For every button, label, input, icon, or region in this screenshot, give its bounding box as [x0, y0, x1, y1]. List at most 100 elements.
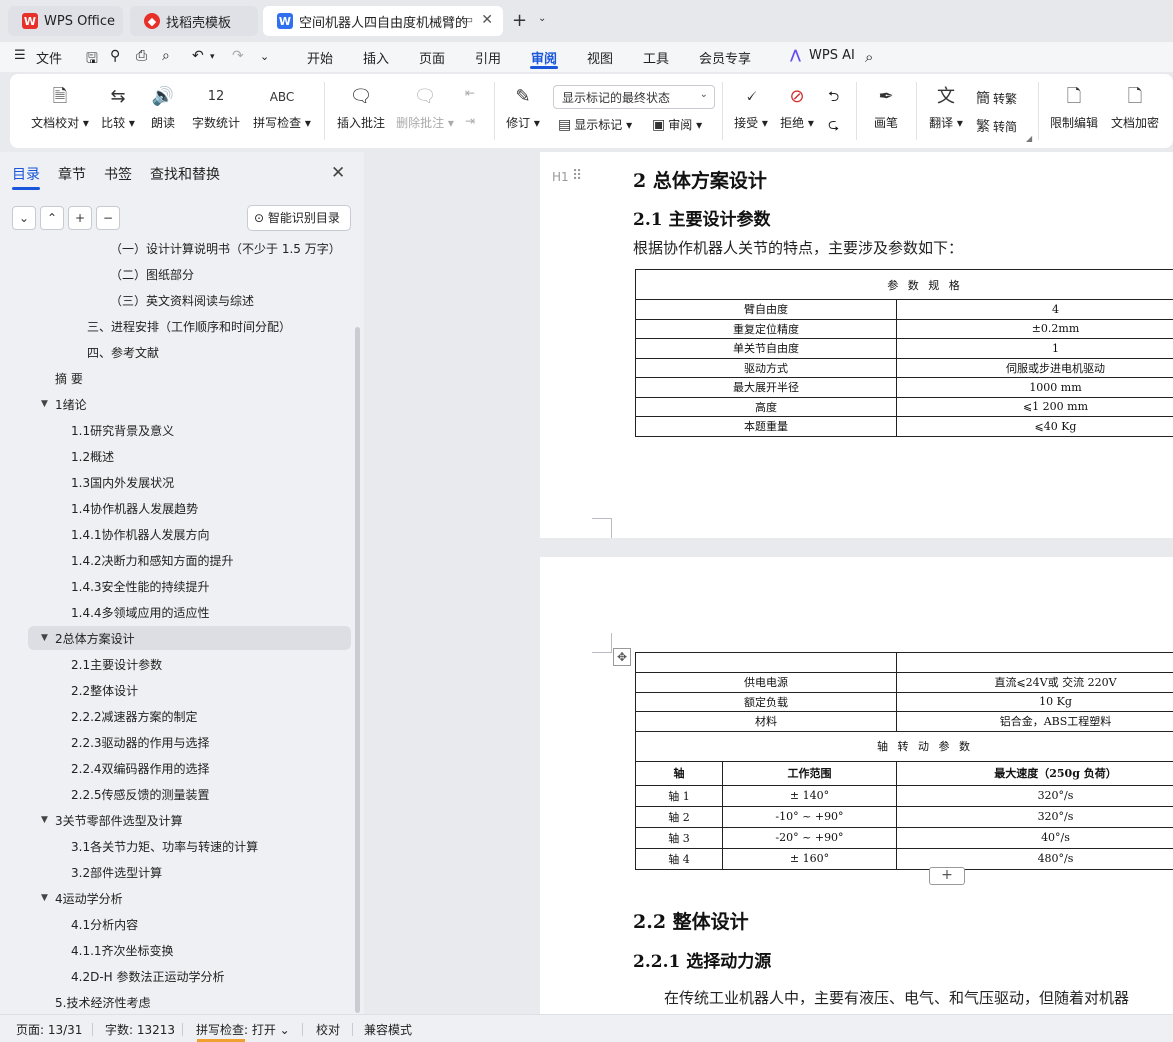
reject-button[interactable]: ⊘ 拒绝 ▾	[776, 84, 818, 131]
accept-button[interactable]: 🗸 接受 ▾	[730, 84, 772, 131]
to-simplified-button[interactable]: 繁转简	[976, 116, 1017, 136]
toc-item[interactable]: 1.4.1协作机器人发展方向	[71, 522, 210, 548]
menu-wps-ai[interactable]: WPS AI	[809, 48, 855, 63]
expand-caret-icon[interactable]: ▼	[41, 399, 48, 409]
menu-member[interactable]: 会员专享	[699, 48, 751, 67]
toc-item[interactable]: 1.3国内外发展状况	[71, 470, 174, 496]
toc-item[interactable]: 摘 要	[55, 366, 83, 392]
menu-tools[interactable]: 工具	[643, 48, 669, 67]
next-change-icon[interactable]: ⮎	[828, 114, 839, 138]
table-move-icon[interactable]: ✥	[613, 648, 631, 666]
tab-find-replace[interactable]: 查找和替换	[150, 164, 220, 184]
proofread-indicator[interactable]: 校对	[316, 1021, 340, 1038]
close-pane-icon[interactable]: ✕	[331, 163, 345, 183]
document-canvas[interactable]: H1 ⠿ 2 总体方案设计 2.1 主要设计参数 根据协作机器人关节的特点，主要…	[364, 152, 1173, 1014]
menu-insert[interactable]: 插入	[363, 48, 389, 67]
toc-item[interactable]: （二）图纸部分	[110, 262, 194, 288]
smart-toc-button[interactable]: ⊙ 智能识别目录	[247, 205, 351, 231]
toc-item[interactable]: 1.4.4多领域应用的适应性	[71, 600, 210, 626]
group-expand-icon[interactable]: ◢	[1026, 134, 1032, 143]
delete-comment-button[interactable]: 🗨 删除批注 ▾	[394, 84, 456, 131]
document-page[interactable]: H1 ⠿ 2 总体方案设计 2.1 主要设计参数 根据协作机器人关节的特点，主要…	[540, 152, 1173, 538]
collapse-down-button[interactable]: ⌄	[12, 206, 36, 230]
word-count-indicator[interactable]: 字数: 13213	[105, 1021, 175, 1038]
toc-item-selected[interactable]: 2总体方案设计	[55, 626, 135, 652]
chevron-down-icon[interactable]: ⌄	[538, 13, 546, 24]
toc-item[interactable]: 3关节零部件选型及计算	[55, 808, 183, 834]
spell-check-indicator[interactable]: 拼写检查: 打开 ⌄	[196, 1021, 290, 1038]
compare-button[interactable]: ⇆ 比较 ▾	[96, 84, 140, 131]
toc-item[interactable]: 4.1分析内容	[71, 912, 138, 938]
prev-comment-icon[interactable]: ⇤	[465, 86, 475, 100]
drag-handle-icon[interactable]: ⠿	[572, 168, 582, 184]
share-icon[interactable]: ⚲	[110, 48, 120, 64]
toc-item[interactable]: 1绪论	[55, 392, 87, 418]
menu-review[interactable]: 审阅	[531, 48, 557, 67]
monitor-icon[interactable]: ▭	[463, 13, 473, 26]
toc-item[interactable]: 四、参考文献	[87, 340, 159, 366]
undo-icon[interactable]: ↶	[192, 48, 204, 64]
undo-dropdown-icon[interactable]: ▾	[210, 52, 215, 62]
toc-item[interactable]: 2.2.5传感反馈的测量装置	[71, 782, 210, 808]
toc-item[interactable]: 1.4.3安全性能的持续提升	[71, 574, 210, 600]
toc-item[interactable]: 1.2概述	[71, 444, 114, 470]
toc-item[interactable]: 2.1主要设计参数	[71, 652, 162, 678]
menu-view[interactable]: 视图	[587, 48, 613, 67]
menu-home[interactable]: 开始	[307, 48, 333, 67]
toc-item[interactable]: 2.2.2减速器方案的制定	[71, 704, 198, 730]
toc-item[interactable]: 1.4.2决断力和感知方面的提升	[71, 548, 234, 574]
doc-encrypt-button[interactable]: 🗋 文档加密	[1108, 84, 1162, 131]
search-icon[interactable]: ⌕	[865, 48, 873, 66]
spec-table-continued[interactable]: 供电电源 直流⩽24V或 交流 220V 额定负载 10 Kg 材料 铝合金，A…	[635, 652, 1173, 870]
menu-file[interactable]: 文件	[36, 48, 62, 67]
toc-item[interactable]: 2.2.3驱动器的作用与选择	[71, 730, 210, 756]
remove-heading-button[interactable]: −	[96, 206, 120, 230]
to-traditional-button[interactable]: 簡转繁	[976, 88, 1017, 108]
print-preview-icon[interactable]: ⌕	[162, 48, 170, 64]
insert-comment-button[interactable]: 🗨 插入批注	[334, 84, 388, 131]
tab-toc[interactable]: 目录	[12, 164, 40, 184]
doc-check-button[interactable]: 🗎 文档校对 ▾	[28, 84, 92, 131]
close-tab-icon[interactable]: ✕	[481, 12, 493, 28]
spec-table[interactable]: 参 数 规 格 臂自由度 4 重复定位精度 ±0.2mm 单关节自由度 1 驱动…	[635, 269, 1173, 437]
display-state-select[interactable]: 显示标记的最终状态 ⌄	[553, 85, 715, 109]
toc-item[interactable]: 2.2.4双编码器作用的选择	[71, 756, 210, 782]
toc-item[interactable]: 3.1各关节力矩、功率与转速的计算	[71, 834, 258, 860]
toc-item[interactable]: 4.1.1齐次坐标变换	[71, 938, 174, 964]
more-dropdown-icon[interactable]: ⌄	[260, 50, 269, 63]
collapse-up-button[interactable]: ⌃	[40, 206, 64, 230]
toc-item[interactable]: 1.4协作机器人发展趋势	[71, 496, 198, 522]
toc-item[interactable]: 4运动学分析	[55, 886, 123, 912]
expand-caret-icon[interactable]: ▼	[41, 815, 48, 825]
toc-item[interactable]: 1.1研究背景及意义	[71, 418, 174, 444]
toc-item[interactable]: 三、进程安排（工作顺序和时间分配）	[87, 314, 291, 340]
toc-item[interactable]: （三）英文资料阅读与综述	[110, 288, 254, 314]
word-count-button[interactable]: 12 字数统计	[188, 84, 244, 131]
redo-icon[interactable]: ↷	[232, 48, 244, 64]
tab-wps-office[interactable]: W WPS Office	[8, 6, 123, 36]
new-tab-icon[interactable]: +	[512, 10, 527, 31]
prev-change-icon[interactable]: ⮌	[828, 86, 839, 110]
restrict-edit-button[interactable]: 🗋 限制编辑	[1046, 84, 1102, 131]
spell-check-button[interactable]: ABC 拼写检查 ▾	[250, 84, 314, 131]
toc-item[interactable]: 3.2部件选型计算	[71, 860, 162, 886]
tab-docer[interactable]: ◆ 找稻壳模板	[130, 6, 258, 36]
print-icon[interactable]: ⎙	[136, 48, 147, 64]
add-row-button[interactable]: +	[929, 867, 965, 885]
save-icon[interactable]: 🖫	[86, 48, 98, 72]
pen-button[interactable]: ✒ 画笔	[866, 84, 906, 131]
tab-document[interactable]: W 空间机器人四自由度机械臂的 ▭ ✕	[263, 6, 503, 36]
toc-scrollbar[interactable]	[355, 327, 360, 1013]
toc-item[interactable]: 2.2整体设计	[71, 678, 138, 704]
next-comment-icon[interactable]: ⇥	[465, 114, 475, 128]
expand-caret-icon[interactable]: ▼	[41, 633, 48, 643]
track-changes-button[interactable]: ✎ 修订 ▾	[502, 84, 544, 131]
show-markup-button[interactable]: ▤ 显示标记 ▾	[558, 116, 632, 133]
review-pane-button[interactable]: ▣ 审阅 ▾	[652, 116, 702, 133]
add-heading-button[interactable]: +	[68, 206, 92, 230]
document-page[interactable]: ✥ 供电电源 直流⩽24V或 交流 220V 额定负载 10 Kg 材料 铝合金…	[540, 557, 1173, 1014]
translate-button[interactable]: 文 翻译 ▾	[924, 84, 968, 131]
menu-references[interactable]: 引用	[475, 48, 501, 67]
toc-item[interactable]: 4.2D-H 参数法正运动学分析	[71, 964, 225, 990]
expand-caret-icon[interactable]: ▼	[41, 893, 48, 903]
